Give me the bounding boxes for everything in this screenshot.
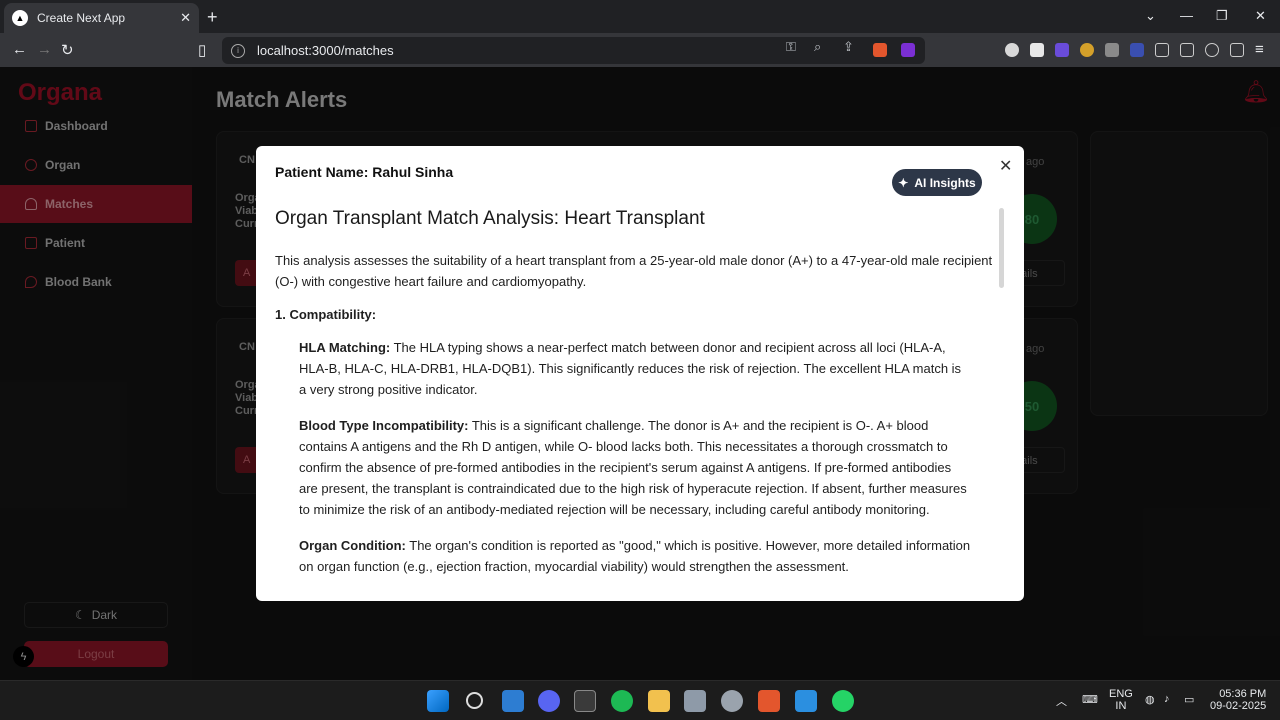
photos-icon[interactable] [502,690,524,712]
browser-tab[interactable]: ▲ Create Next App ✕ [4,3,199,33]
spotify-icon[interactable] [611,690,633,712]
network-icon[interactable]: ◍ [1145,693,1155,706]
extension-coin-icon[interactable] [1080,43,1094,57]
analysis-heading: Organ Transplant Match Analysis: Heart T… [275,208,705,229]
item-label: HLA Matching: [299,340,391,355]
extension-screenshot-icon[interactable] [1130,43,1144,57]
forward-icon[interactable]: → [37,41,52,58]
site-info-icon[interactable]: i [231,43,245,58]
ai-insights-button[interactable]: ✦ AI Insights [892,169,982,196]
settings-gear-icon[interactable] [721,690,743,712]
windows-start-icon[interactable] [427,690,449,712]
brave-rewards-icon[interactable] [901,43,915,57]
extensions-puzzle-icon[interactable] [1155,43,1169,57]
leo-ai-icon[interactable] [1205,43,1219,57]
browser-toolbar: ← → ↻ ▯ i localhost:3000/matches ⚿ ⌕ ⇪ ≡ [0,33,1280,67]
close-window-icon[interactable]: ✕ [1255,8,1266,24]
brave-browser-icon[interactable] [758,690,780,712]
language-code: ENG [1109,688,1133,700]
url-text: localhost:3000/matches [257,43,394,58]
bookmark-icon[interactable]: ▯ [198,41,206,59]
brave-shield-icon[interactable] [873,43,887,57]
patient-name: Patient Name: Rahul Sinha [275,164,454,180]
clock-date: 09-02-2025 [1210,700,1267,712]
tray-overflow-icon[interactable]: ︿ [1056,693,1067,709]
extension-bulb-icon[interactable] [1005,43,1019,57]
close-tab-icon[interactable]: ✕ [180,10,191,26]
camera-icon[interactable] [684,690,706,712]
volume-icon[interactable]: ♪ [1164,693,1170,705]
region-code: IN [1115,700,1127,712]
app-viewport: Organa Dashboard Organ Matches Patient B… [0,67,1280,680]
tab-title: Create Next App [37,11,126,25]
battery-icon[interactable]: ▭ [1184,693,1194,706]
file-explorer-icon[interactable] [648,690,670,712]
extension-calendar-icon[interactable] [1030,43,1044,57]
item-text: The HLA typing shows a near-perfect matc… [299,340,962,397]
search-icon[interactable] [466,692,483,709]
keyboard-icon[interactable]: ⌨ [1082,693,1098,706]
new-tab-button[interactable]: + [207,7,218,28]
password-key-icon[interactable]: ⚿ [786,39,796,55]
clock[interactable]: 05:36 PM 09-02-2025 [1210,688,1266,712]
reload-icon[interactable]: ↻ [61,41,74,59]
language-indicator[interactable]: ENG IN [1109,688,1133,712]
browser-tabbar: ▲ Create Next App ✕ + ⌄ — ❐ ✕ [0,0,1280,33]
analysis-content[interactable]: Organ Transplant Match Analysis: Heart T… [275,208,995,601]
terminal-icon[interactable] [574,690,596,712]
nextjs-favicon-icon: ▲ [12,10,28,26]
close-icon[interactable]: ✕ [999,156,1012,176]
whatsapp-icon[interactable] [832,690,854,712]
extension-qr-icon[interactable] [1105,43,1119,57]
back-icon[interactable]: ← [12,41,27,58]
modal-scrollbar[interactable] [999,208,1004,288]
discord-icon[interactable] [538,690,560,712]
windows-taskbar: ︿ ⌨ ENG IN ◍ ♪ ▭ 05:36 PM 09-02-2025 [0,680,1280,720]
zoom-icon[interactable]: ⌕ [814,39,821,55]
vpn-shield-icon[interactable] [1230,43,1244,57]
item-label: Organ Condition: [299,538,406,553]
item-label: Blood Type Incompatibility: [299,418,469,433]
ai-insights-label: AI Insights [914,175,976,190]
analysis-intro: This analysis assesses the suitability o… [275,253,993,289]
menu-icon[interactable]: ≡ [1255,41,1264,58]
analysis-item: Organ Condition: The organ's condition i… [299,535,971,577]
analysis-item: HLA Matching: The HLA typing shows a nea… [299,337,971,400]
clock-time: 05:36 PM [1219,688,1267,700]
extension-paint-icon[interactable] [1055,43,1069,57]
minimize-icon[interactable]: — [1180,8,1193,23]
tab-search-icon[interactable]: ⌄ [1145,8,1156,24]
vscode-icon[interactable] [795,690,817,712]
maximize-icon[interactable]: ❐ [1216,8,1228,24]
wallet-icon[interactable] [1180,43,1194,57]
section-heading: 1. Compatibility: [275,307,377,322]
ai-analysis-modal: ✕ Patient Name: Rahul Sinha ✦ AI Insight… [256,146,1024,601]
analysis-item: Blood Type Incompatibility: This is a si… [299,415,971,520]
sparkle-icon: ✦ [898,175,909,190]
share-icon[interactable]: ⇪ [843,39,854,55]
